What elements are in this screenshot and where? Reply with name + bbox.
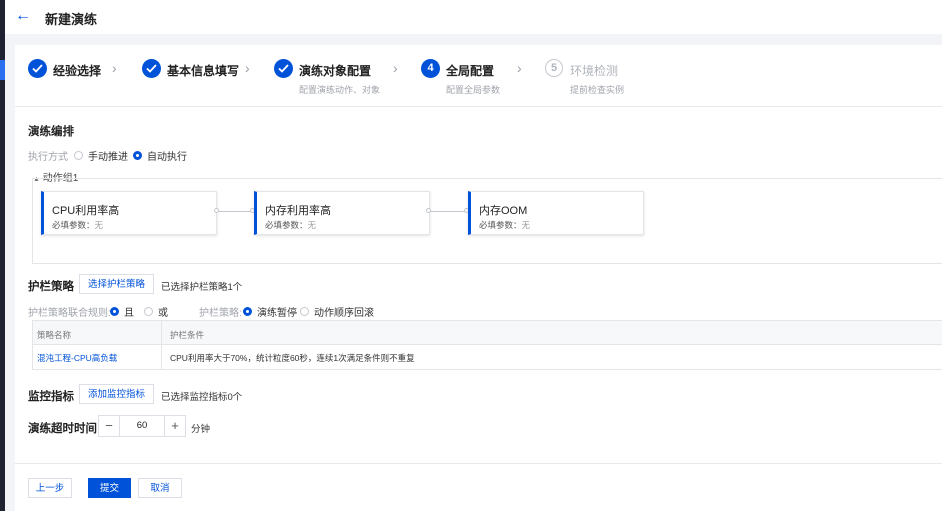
connector-line: [216, 211, 254, 212]
timeout-stepper: − 60 +: [98, 415, 186, 437]
radio-selected-icon: [110, 307, 119, 316]
stepper: 经验选择 › 基本信息填写 › 演练对象配置 配置演练动作、对象 › 4 全局配…: [15, 45, 942, 101]
chevron-right-icon: ›: [112, 60, 117, 76]
section-title-guardrail: 护栏策略: [28, 281, 74, 293]
timeout-label: 演练超时时间: [28, 423, 97, 435]
radio-icon: [300, 307, 309, 316]
column-divider: [161, 321, 162, 369]
action-node[interactable]: 内存OOM 必填参数：无: [468, 191, 644, 235]
section-title-monitor: 监控指标: [28, 391, 74, 403]
action-node[interactable]: 内存利用率高 必填参数：无: [254, 191, 430, 235]
divider: [15, 463, 942, 464]
step-number: 4: [421, 59, 440, 78]
submit-button[interactable]: 提交: [88, 478, 131, 498]
chevron-right-icon: ›: [517, 60, 522, 76]
step-label: 全局配置: [446, 64, 495, 78]
connector-dot: [214, 208, 219, 213]
node-params: 必填参数：无: [479, 220, 531, 230]
cancel-button[interactable]: 取消: [138, 478, 182, 498]
plus-icon[interactable]: +: [165, 416, 185, 436]
step-number: 5: [545, 59, 563, 77]
arrow-left-icon[interactable]: ←: [15, 7, 31, 25]
divider: [15, 106, 942, 107]
step-label: 环境检测: [570, 64, 619, 78]
monitor-selected-note: 已选择监控指标0个: [161, 392, 243, 403]
page-header: ← 新建演练: [5, 0, 942, 34]
select-guardrail-button[interactable]: 选择护栏策略: [79, 274, 154, 294]
node-title: 内存OOM: [479, 205, 528, 217]
app-sidebar: [0, 0, 5, 511]
timeout-input[interactable]: 60: [119, 416, 165, 436]
check-icon: [142, 59, 161, 78]
step-sublabel: 提前检查实例: [570, 85, 625, 95]
radio-and[interactable]: 且: [110, 304, 134, 319]
page-title: 新建演练: [45, 12, 98, 27]
radio-auto[interactable]: 自动执行: [133, 148, 187, 163]
connector-line: [429, 211, 468, 212]
radio-selected-icon: [133, 151, 142, 160]
prev-button[interactable]: 上一步: [28, 478, 72, 498]
check-icon: [28, 59, 47, 78]
node-title: 内存利用率高: [265, 205, 331, 217]
radio-or[interactable]: 或: [144, 304, 168, 319]
step-label: 演练对象配置: [299, 64, 372, 78]
mode-label: 执行方式: [28, 152, 68, 163]
timeout-unit: 分钟: [191, 424, 211, 435]
main-card: 经验选择 › 基本信息填写 › 演练对象配置 配置演练动作、对象 › 4 全局配…: [15, 45, 942, 511]
minus-icon[interactable]: −: [99, 416, 119, 436]
policy-name-link[interactable]: 混沌工程-CPU高负载: [37, 352, 117, 364]
combine-rule-label: 护栏策略联合规则:: [28, 308, 111, 319]
radio-pause[interactable]: 演练暂停: [243, 304, 297, 319]
policy-condition: CPU利用率大于70%，统计粒度60秒，连续1次满足条件则不重复: [170, 353, 415, 363]
check-icon: [274, 59, 293, 78]
sidebar-active-indicator: [0, 60, 5, 80]
step-label: 经验选择: [53, 64, 102, 78]
step-label: 基本信息填写: [167, 64, 240, 78]
chevron-right-icon: ›: [245, 60, 250, 76]
chevron-right-icon: ›: [393, 60, 398, 76]
add-monitor-button[interactable]: 添加监控指标: [79, 384, 154, 404]
section-title-orchestration: 演练编排: [28, 126, 74, 138]
radio-icon: [74, 151, 83, 160]
connector-dot: [426, 208, 431, 213]
guardrail-table: 策略名称 护栏条件 混沌工程-CPU高负载 CPU利用率大于70%，统计粒度60…: [32, 320, 942, 370]
node-params: 必填参数：无: [52, 220, 104, 230]
guardrail-selected-note: 已选择护栏策略1个: [161, 282, 243, 293]
column-header: 策略名称: [37, 330, 72, 340]
step-sublabel: 配置演练动作、对象: [299, 85, 381, 95]
policy-label: 护栏策略:: [199, 308, 242, 319]
radio-icon: [144, 307, 153, 316]
radio-manual[interactable]: 手动推进: [74, 148, 128, 163]
node-title: CPU利用率高: [52, 205, 120, 217]
step-sublabel: 配置全局参数: [446, 85, 501, 95]
radio-rollback[interactable]: 动作顺序回滚: [300, 304, 374, 319]
action-node[interactable]: CPU利用率高 必填参数：无: [41, 191, 217, 235]
node-params: 必填参数：无: [265, 220, 317, 230]
column-header: 护栏条件: [170, 330, 205, 340]
radio-selected-icon: [243, 307, 252, 316]
